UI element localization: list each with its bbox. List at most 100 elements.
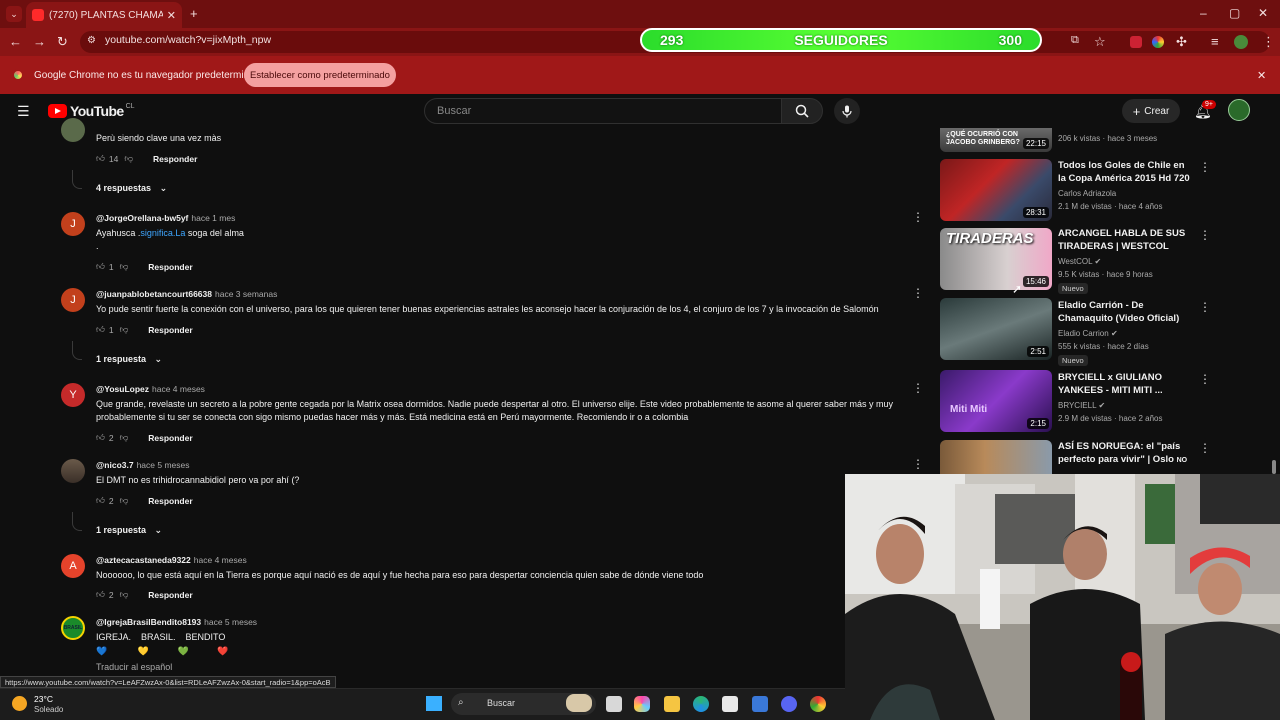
task-view-icon[interactable]: [606, 696, 622, 712]
dislike-icon[interactable]: 👎︎: [120, 432, 129, 443]
dislike-icon[interactable]: 👎︎: [120, 324, 129, 335]
video-menu-icon[interactable]: ⋮: [1199, 441, 1211, 455]
comment-avatar[interactable]: A: [61, 554, 85, 578]
comment-link[interactable]: significa.La: [140, 228, 185, 238]
comment-avatar[interactable]: J: [61, 212, 85, 236]
chrome-menu-icon[interactable]: ⋮: [1262, 34, 1275, 50]
comment-time[interactable]: hace 1 mes: [191, 213, 235, 223]
maximize-button[interactable]: ▢: [1229, 6, 1240, 20]
video-thumbnail[interactable]: Miti Miti 2:15: [940, 370, 1052, 432]
dislike-icon[interactable]: 👎︎: [120, 495, 129, 506]
tab-close-icon[interactable]: ✕: [167, 9, 176, 22]
file-explorer-icon[interactable]: [664, 696, 680, 712]
comment-time[interactable]: hace 4 meses: [194, 555, 247, 565]
close-window-button[interactable]: ✕: [1258, 6, 1268, 20]
video-menu-icon[interactable]: ⋮: [1199, 300, 1211, 314]
tab-search-button[interactable]: ⌄: [6, 6, 22, 22]
weather-temp[interactable]: 23°C: [34, 694, 53, 704]
search-button[interactable]: [781, 98, 823, 124]
reload-icon[interactable]: ↻: [57, 34, 68, 50]
video-thumbnail[interactable]: ¿QUÉ OCURRIÓ CON JACOBO GRINBERG? 22:15: [940, 128, 1052, 152]
video-title[interactable]: ASÍ ES NORUEGA: el "país perfecto para v…: [1058, 440, 1194, 467]
extension-icon-2[interactable]: [1152, 36, 1164, 48]
back-arrow-icon[interactable]: ←: [9, 34, 22, 49]
video-title[interactable]: Eladio Carrión - De Chamaquito (Video Of…: [1058, 299, 1194, 325]
comment-menu-icon[interactable]: ⋮: [912, 381, 924, 395]
mail-icon[interactable]: [752, 696, 768, 712]
bookmark-star-icon[interactable]: ☆: [1094, 34, 1106, 50]
comment-menu-icon[interactable]: ⋮: [912, 210, 924, 224]
windows-start-icon[interactable]: [426, 696, 442, 712]
view-replies-button[interactable]: 1 respuesta ⌄: [96, 354, 162, 365]
profile-avatar-icon[interactable]: [1234, 35, 1248, 49]
like-icon[interactable]: 👍︎: [96, 153, 105, 164]
like-icon[interactable]: 👍︎: [96, 432, 105, 443]
video-thumbnail[interactable]: 28:31: [940, 159, 1052, 221]
comment-author[interactable]: @JorgeOrellana-bw5yf hace 1 mes: [96, 213, 235, 223]
comment-avatar[interactable]: [61, 118, 85, 142]
view-replies-button[interactable]: 4 respuestas ⌄: [96, 183, 167, 194]
install-icon[interactable]: ⧉: [1071, 34, 1079, 47]
video-thumbnail[interactable]: [940, 440, 1052, 474]
browser-tab[interactable]: (7270) PLANTAS CHAMÁNICAS ✕: [26, 2, 182, 28]
reply-button[interactable]: Responder: [148, 433, 192, 443]
like-icon[interactable]: 👍︎: [96, 261, 105, 272]
search-input[interactable]: Buscar: [424, 98, 782, 124]
create-button[interactable]: + Crear: [1122, 99, 1180, 123]
video-thumbnail[interactable]: 2:51: [940, 298, 1052, 360]
author-handle[interactable]: @aztecacastaneda9322: [96, 555, 191, 565]
translate-link[interactable]: Traducir al español: [96, 660, 172, 674]
comment-author[interactable]: @juanpablobetancourt66638 hace 3 semanas: [96, 289, 277, 299]
video-title[interactable]: ARCANGEL HABLA DE SUS TIRADERAS | WESTCO…: [1058, 227, 1194, 253]
comment-avatar[interactable]: J: [61, 288, 85, 312]
comment-author[interactable]: @nico3.7 hace 5 meses: [96, 460, 190, 470]
comment-time[interactable]: hace 3 semanas: [215, 289, 277, 299]
chrome-icon[interactable]: [810, 696, 826, 712]
channel-name[interactable]: WestCOL: [1058, 257, 1092, 266]
author-handle[interactable]: @IgrejaBrasilBendito8193: [96, 617, 201, 627]
like-icon[interactable]: 👍︎: [96, 589, 105, 600]
discord-icon[interactable]: [781, 696, 797, 712]
video-title[interactable]: Todos los Goles de Chile en la Copa Amér…: [1058, 159, 1194, 185]
comment-menu-icon[interactable]: ⋮: [912, 457, 924, 471]
channel-name[interactable]: BRYCIELL: [1058, 401, 1096, 410]
comment-time[interactable]: hace 4 meses: [152, 384, 205, 394]
channel-name[interactable]: Eladio Carrion: [1058, 329, 1109, 338]
like-icon[interactable]: 👍︎: [96, 495, 105, 506]
video-channel[interactable]: Carlos Adriazola: [1058, 187, 1116, 200]
dislike-icon[interactable]: 👎︎: [120, 261, 129, 272]
comment-time[interactable]: hace 5 meses: [204, 617, 257, 627]
extension-icon-1[interactable]: [1130, 36, 1142, 48]
author-handle[interactable]: @YosuLopez: [96, 384, 149, 394]
dislike-icon[interactable]: 👎︎: [120, 589, 129, 600]
video-menu-icon[interactable]: ⋮: [1199, 372, 1211, 386]
youtube-logo[interactable]: YouTube CL: [48, 103, 135, 119]
weather-sun-icon[interactable]: [12, 696, 27, 711]
comment-menu-icon[interactable]: ⋮: [912, 286, 924, 300]
copilot-icon[interactable]: [634, 696, 650, 712]
dislike-icon[interactable]: 👎︎: [124, 153, 133, 164]
media-controls-icon[interactable]: ≡: [1211, 34, 1219, 49]
reply-button[interactable]: Responder: [148, 590, 192, 600]
comment-avatar[interactable]: Y: [61, 383, 85, 407]
reply-button[interactable]: Responder: [148, 262, 192, 272]
forward-arrow-icon[interactable]: →: [33, 34, 46, 49]
voice-search-button[interactable]: [834, 98, 860, 124]
video-title[interactable]: BRYCIELL x GIULIANO YANKEES - MITI MITI …: [1058, 371, 1194, 397]
store-icon[interactable]: [722, 696, 738, 712]
site-info-icon[interactable]: ⚙: [87, 35, 96, 46]
author-handle[interactable]: @juanpablobetancourt66638: [96, 289, 212, 299]
reply-button[interactable]: Responder: [148, 496, 192, 506]
comment-time[interactable]: hace 5 meses: [137, 460, 190, 470]
comment-author[interactable]: @YosuLopez hace 4 meses: [96, 384, 205, 394]
comment-avatar[interactable]: [61, 459, 85, 483]
reply-button[interactable]: Responder: [148, 325, 192, 335]
account-avatar[interactable]: [1228, 99, 1250, 121]
video-channel[interactable]: WestCOL ✔: [1058, 255, 1101, 268]
author-handle[interactable]: @nico3.7: [96, 460, 134, 470]
extensions-puzzle-icon[interactable]: ✣: [1176, 34, 1187, 50]
video-channel[interactable]: Eladio Carrion ✔: [1058, 327, 1118, 340]
hamburger-menu-icon[interactable]: ☰: [17, 103, 30, 120]
video-title-text[interactable]: ASÍ ES NORUEGA: el "país perfecto para v…: [1058, 441, 1180, 465]
set-default-button[interactable]: Establecer como predeterminado: [244, 63, 396, 87]
